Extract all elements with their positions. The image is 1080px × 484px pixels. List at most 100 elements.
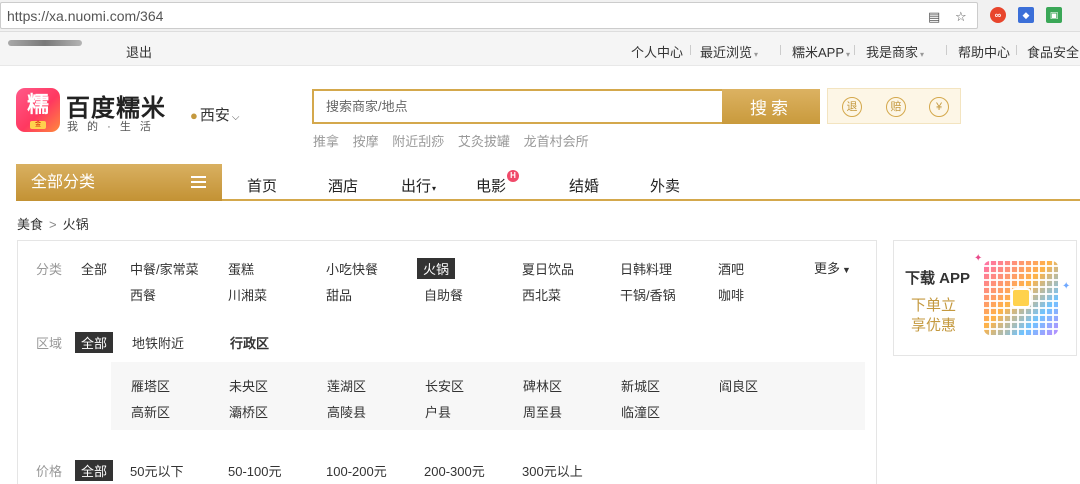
more-label: 更多 [814,261,841,276]
category-option[interactable]: 西餐 [130,285,156,304]
app-link[interactable]: 糯米APP ▾ [792,42,850,61]
nav-home[interactable]: 首页 [247,175,277,196]
nav-wedding[interactable]: 结婚 [569,175,599,196]
price-all-selected[interactable]: 全部 [75,460,114,481]
user-center-label: 个人中心 [631,45,684,60]
district-option[interactable]: 雁塔区 [131,376,170,395]
hot-word[interactable]: 艾灸拔罐 [458,134,510,149]
price-option[interactable]: 50元以下 [130,461,183,480]
category-all[interactable]: 全部 [81,259,107,278]
region-all-selected[interactable]: 全部 [75,332,114,353]
nav-travel[interactable]: 出行▾ [401,175,436,196]
service-guarantee-badges: 退 赔 ¥ [827,88,961,124]
extension-diamond-icon[interactable]: ◆ [1018,7,1034,23]
district-option[interactable]: 临潼区 [621,402,660,421]
breadcrumb-item[interactable]: 美食 [17,217,43,232]
hot-word[interactable]: 推拿 [313,134,339,149]
category-option[interactable]: 日韩料理 [620,259,672,278]
district-option[interactable]: 莲湖区 [327,376,366,395]
translate-icon[interactable]: ▤ [928,9,940,25]
breadcrumb-separator: > [49,217,57,232]
sparkle-icon: ✦ [974,253,983,264]
qr-code-image [984,261,1058,335]
app-label: 糯米APP [792,45,845,60]
district-option[interactable]: 阎良区 [719,376,758,395]
hot-word[interactable]: 按摩 [353,134,379,149]
nav-movie[interactable]: 电影 H [476,170,520,196]
region-filter-label: 区域 [36,336,63,351]
promo-line: 下单立 [911,297,957,314]
filter-panel: 分类 全部 中餐/家常菜 蛋糕 小吃快餐 火锅 夏日饮品 日韩料理 酒吧 更多 ▼… [17,240,877,484]
separator [854,45,855,55]
category-more-button[interactable]: 更多 ▼ [814,258,851,277]
category-option[interactable]: 中餐/家常菜 [130,259,199,278]
help-center-link[interactable]: 帮助中心 [958,42,1010,61]
separator [946,45,947,55]
category-option[interactable]: 自助餐 [424,285,463,304]
city-selector[interactable]: ● 西安 ⌵ [190,104,239,125]
region-tab-subway[interactable]: 地铁附近 [132,333,184,352]
district-option[interactable]: 灞桥区 [229,402,268,421]
breadcrumb-item[interactable]: 火锅 [63,217,89,232]
category-option[interactable]: 小吃快餐 [326,259,378,278]
browser-toolbar: https://xa.nuomi.com/364 ▤ ☆ ∞ ◆ ▣ [0,0,1080,32]
category-option[interactable]: 咖啡 [718,285,744,304]
district-option[interactable]: 碑林区 [523,376,562,395]
district-option[interactable]: 户县 [425,402,451,421]
chevron-down-icon: ▾ [846,50,851,59]
category-option-selected[interactable]: 火锅 [417,258,456,279]
nav-takeout[interactable]: 外卖 [650,175,680,196]
price-option[interactable]: 50-100元 [228,461,281,480]
logo-char: 糯 [26,92,49,117]
price-option[interactable]: 100-200元 [326,461,387,480]
promo-title: 下载 APP [905,270,971,287]
price-option[interactable]: 200-300元 [424,461,485,480]
refund-badge-icon[interactable]: 退 [842,97,862,117]
user-center-link[interactable]: 个人中心 [631,42,683,61]
category-option[interactable]: 甜品 [326,285,352,304]
sparkle-icon: ✦ [1062,281,1071,292]
search-input[interactable] [314,91,722,122]
category-option[interactable]: 川湘菜 [228,285,267,304]
region-tab-district[interactable]: 行政区 [230,333,269,352]
chevron-down-icon: ⌵ [231,112,240,123]
extension-icon-3[interactable]: ▣ [1046,7,1062,23]
nuomi-logo[interactable]: 糯 金 [16,88,60,132]
address-bar[interactable]: https://xa.nuomi.com/364 ▤ ☆ [0,2,978,29]
category-filter-label: 分类 [36,262,63,277]
district-option[interactable]: 高新区 [131,402,170,421]
district-option[interactable]: 周至县 [523,402,562,421]
district-option[interactable]: 新城区 [621,376,660,395]
price-option[interactable]: 300元以上 [522,461,583,480]
category-option[interactable]: 酒吧 [718,259,744,278]
price-badge-icon[interactable]: ¥ [929,97,949,117]
recent-views-label: 最近浏览 [700,45,753,60]
extension-icon-1[interactable]: ∞ [990,7,1006,23]
hot-word[interactable]: 龙首村会所 [524,134,589,149]
food-safety-link[interactable]: 食品安全 [1027,42,1079,61]
search-button[interactable]: 搜索 [722,89,820,124]
all-categories-button[interactable]: 全部分类 [16,164,222,201]
district-option[interactable]: 长安区 [425,376,464,395]
location-pin-icon: ● [190,108,198,123]
category-option[interactable]: 夏日饮品 [522,259,574,278]
category-option[interactable]: 蛋糕 [228,259,254,278]
category-option[interactable]: 干锅/香锅 [620,285,676,304]
breadcrumb: 美食 > 火锅 [17,214,89,233]
compensation-badge-icon[interactable]: 赔 [886,97,906,117]
recent-views-link[interactable]: 最近浏览 ▾ [700,42,758,61]
nav-movie-label: 电影 [476,178,507,195]
hot-word[interactable]: 附近刮痧 [392,134,444,149]
merchant-label: 我是商家 [866,45,919,60]
district-option[interactable]: 高陵县 [327,402,366,421]
username-blurred [8,40,82,46]
district-option[interactable]: 未央区 [229,376,268,395]
bookmark-star-icon[interactable]: ☆ [955,9,967,25]
category-option[interactable]: 西北菜 [522,285,561,304]
nav-hotel[interactable]: 酒店 [328,175,358,196]
search-box: 搜索 [312,89,820,124]
logout-link[interactable]: 退出 [126,42,152,61]
menu-icon [191,176,206,188]
merchant-link[interactable]: 我是商家 ▾ [866,42,924,61]
app-download-promo[interactable]: 下载 APP 下单立 享优惠 ✦ ✦ [893,240,1077,356]
